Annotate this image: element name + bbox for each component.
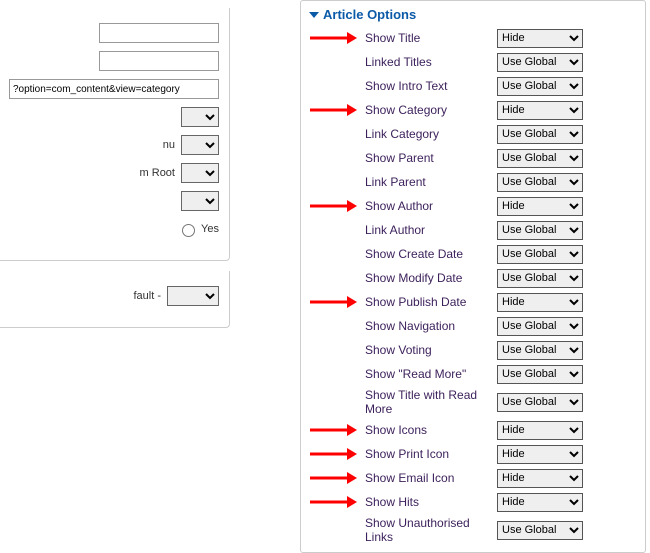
highlight-arrow-icon (309, 471, 357, 485)
option-row: Link AuthorUse Global (305, 218, 641, 242)
radio-yes-label: Yes (201, 223, 219, 235)
panel-header[interactable]: Article Options (305, 5, 641, 26)
option-row: Link CategoryUse Global (305, 122, 641, 146)
options-list: Show TitleHideLinked TitlesUse GlobalSho… (305, 26, 641, 546)
select-small-1[interactable] (181, 107, 219, 127)
radio-yes[interactable] (182, 224, 195, 237)
text-input-1[interactable] (99, 23, 219, 43)
option-row: Show Modify DateUse Global (305, 266, 641, 290)
option-row: Show IconsHide (305, 418, 641, 442)
option-label: Show Modify Date (365, 271, 497, 285)
option-label: Show Title with Read More (365, 388, 497, 416)
option-label: Show "Read More" (365, 367, 497, 381)
option-select[interactable]: Use Global (497, 77, 583, 96)
root-label: m Root (140, 167, 175, 179)
option-row: Show Email IconHide (305, 466, 641, 490)
option-row: Show Print IconHide (305, 442, 641, 466)
option-row: Show Title with Read MoreUse Global (305, 386, 641, 418)
url-input[interactable] (9, 79, 219, 99)
option-label: Show Parent (365, 151, 497, 165)
panel-title: Article Options (323, 7, 416, 22)
option-label: Show Intro Text (365, 79, 497, 93)
default-label: fault - (133, 290, 161, 302)
highlight-arrow-icon (309, 103, 357, 117)
option-row: Show AuthorHide (305, 194, 641, 218)
highlight-arrow-icon (309, 495, 357, 509)
option-select[interactable]: Use Global (497, 365, 583, 384)
option-select[interactable]: Hide (497, 293, 583, 312)
option-select[interactable]: Use Global (497, 269, 583, 288)
text-input-2[interactable] (99, 51, 219, 71)
option-select[interactable]: Hide (497, 29, 583, 48)
option-select[interactable]: Use Global (497, 173, 583, 192)
radio-yes-wrap: Yes (177, 221, 219, 237)
option-label: Show Hits (365, 495, 497, 509)
option-label: Show Print Icon (365, 447, 497, 461)
option-select[interactable]: Hide (497, 197, 583, 216)
option-select[interactable]: Use Global (497, 245, 583, 264)
menu-select[interactable] (181, 135, 219, 155)
option-row: Link ParentUse Global (305, 170, 641, 194)
option-row: Show TitleHide (305, 26, 641, 50)
option-select[interactable]: Use Global (497, 125, 583, 144)
option-label: Show Category (365, 103, 497, 117)
highlight-arrow-icon (309, 295, 357, 309)
option-label: Show Voting (365, 343, 497, 357)
highlight-arrow-icon (309, 31, 357, 45)
option-row: Show Create DateUse Global (305, 242, 641, 266)
option-select[interactable]: Use Global (497, 53, 583, 72)
option-select[interactable]: Hide (497, 101, 583, 120)
option-label: Show Create Date (365, 247, 497, 261)
highlight-arrow-icon (309, 447, 357, 461)
article-options-panel: Article Options Show TitleHideLinked Tit… (300, 0, 646, 553)
left-block-top: nu m Root Yes (0, 8, 230, 261)
option-select[interactable]: Use Global (497, 341, 583, 360)
default-select[interactable] (167, 286, 219, 306)
highlight-arrow-icon (309, 423, 357, 437)
left-block-bottom: fault - (0, 271, 230, 328)
option-select[interactable]: Use Global (497, 149, 583, 168)
option-row: Show VotingUse Global (305, 338, 641, 362)
option-select[interactable]: Hide (497, 445, 583, 464)
left-form-fragment: nu m Root Yes fault - (0, 0, 230, 328)
highlight-arrow-icon (309, 199, 357, 213)
option-select[interactable]: Hide (497, 421, 583, 440)
option-label: Show Icons (365, 423, 497, 437)
option-label: Show Title (365, 31, 497, 45)
option-label: Show Navigation (365, 319, 497, 333)
option-row: Show "Read More"Use Global (305, 362, 641, 386)
option-row: Show HitsHide (305, 490, 641, 514)
option-select[interactable]: Use Global (497, 317, 583, 336)
option-select[interactable]: Use Global (497, 393, 583, 412)
option-label: Link Category (365, 127, 497, 141)
option-row: Linked TitlesUse Global (305, 50, 641, 74)
option-label: Show Author (365, 199, 497, 213)
option-row: Show ParentUse Global (305, 146, 641, 170)
option-label: Link Author (365, 223, 497, 237)
option-row: Show NavigationUse Global (305, 314, 641, 338)
option-select[interactable]: Hide (497, 469, 583, 488)
menu-label: nu (163, 139, 175, 151)
root-select[interactable] (181, 163, 219, 183)
option-label: Linked Titles (365, 55, 497, 69)
option-label: Show Email Icon (365, 471, 497, 485)
option-label: Show Unauthorised Links (365, 516, 497, 544)
option-row: Show Publish DateHide (305, 290, 641, 314)
option-select[interactable]: Use Global (497, 221, 583, 240)
option-label: Link Parent (365, 175, 497, 189)
select-small-2[interactable] (181, 191, 219, 211)
option-select[interactable]: Hide (497, 493, 583, 512)
option-select[interactable]: Use Global (497, 521, 583, 540)
option-label: Show Publish Date (365, 295, 497, 309)
option-row: Show Intro TextUse Global (305, 74, 641, 98)
caret-down-icon (309, 12, 319, 18)
option-row: Show Unauthorised LinksUse Global (305, 514, 641, 546)
option-row: Show CategoryHide (305, 98, 641, 122)
